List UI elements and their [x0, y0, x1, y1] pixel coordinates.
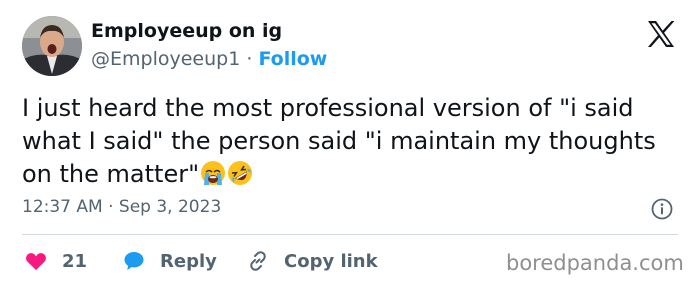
separator-dot: · [246, 48, 253, 70]
tweet-card: Employeeup on ig @Employeeup1 · Follow I… [0, 0, 700, 287]
speech-bubble-icon [124, 252, 144, 270]
tweet-date: Sep 3, 2023 [118, 197, 222, 217]
tweet-text: I just heard the most professional versi… [22, 92, 692, 191]
watermark: boredpanda.com [506, 251, 684, 275]
divider [22, 234, 678, 235]
link-icon [250, 251, 266, 271]
tweet-timestamp[interactable]: 12:37 AM · Sep 3, 2023 [22, 197, 221, 217]
reply-button[interactable]: Reply [122, 247, 217, 275]
info-icon[interactable] [651, 198, 673, 220]
tweet-time: 12:37 AM [22, 197, 103, 217]
avatar[interactable] [22, 16, 82, 76]
author-handle[interactable]: @Employeeup1 [91, 48, 240, 70]
separator-dot: · [108, 197, 114, 217]
rolling-on-the-floor-laughing-icon [228, 161, 253, 185]
heart-icon [26, 253, 46, 270]
copy-link-button[interactable]: Copy link [246, 247, 378, 275]
author-handle-row: @Employeeup1 · Follow [91, 48, 327, 70]
tweet-body: I just heard the most professional versi… [22, 94, 656, 188]
copy-link-label: Copy link [284, 250, 378, 272]
tweet-actions: 21 Reply Copy link [22, 247, 482, 275]
x-logo-icon[interactable] [645, 18, 677, 50]
follow-button[interactable]: Follow [258, 48, 327, 70]
like-button[interactable]: 21 [24, 247, 87, 275]
loudly-crying-face-icon [201, 161, 226, 185]
reply-label: Reply [160, 250, 217, 272]
like-count: 21 [62, 250, 88, 272]
author-name[interactable]: Employeeup on ig [91, 20, 282, 42]
